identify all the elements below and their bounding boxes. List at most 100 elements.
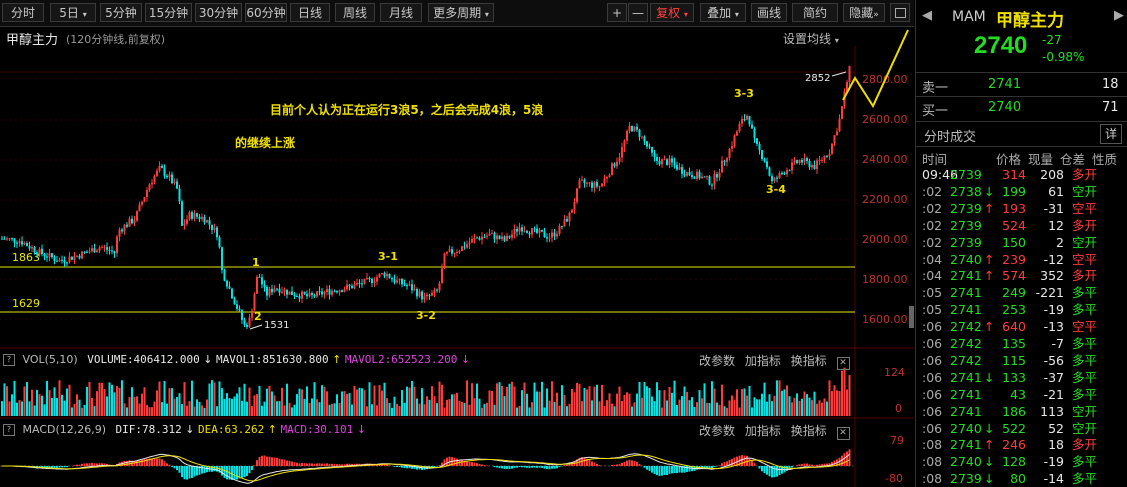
candle-body [131,218,133,224]
window-button[interactable] [890,3,910,22]
candle-body [831,143,833,154]
close-icon[interactable]: ✕ [836,427,850,440]
volume-bar [116,386,118,416]
macd-bar [403,466,406,469]
tick-volume: 80 [1010,471,1026,487]
candle-body [461,246,463,252]
candle-body [33,247,36,253]
candle-body [783,173,786,175]
tab-weekly[interactable]: 周线 [335,3,375,22]
candle-body [136,211,138,221]
zoom-in-button[interactable]: + [607,3,627,22]
tab-monthly[interactable]: 月线 [380,3,422,22]
macd-bar [156,458,158,466]
simple-button[interactable]: 简约 [792,3,838,22]
candle-body [778,173,781,179]
macd-bar [818,464,821,466]
volume-bar [681,396,683,416]
detail-button[interactable]: 详 [1100,124,1122,144]
candle-body [168,174,171,178]
candle-body [746,116,748,120]
tab-15min[interactable]: 15分钟 [145,3,192,22]
volume-bar [546,388,548,416]
edit-params-link[interactable]: 改参数 [699,354,735,368]
candle-body [211,224,213,230]
macd-bar [621,462,623,466]
next-contract-icon[interactable]: ▶ [1114,8,1124,23]
switch-indicator-link[interactable]: 换指标 [791,354,827,368]
overlay-dropdown[interactable]: 叠加 ▾ [700,3,746,22]
tab-60min[interactable]: 60分钟 [245,3,287,22]
help-icon[interactable]: ? [3,354,15,366]
volume-bar [456,392,458,416]
hide-button[interactable]: 隐藏» [843,3,885,22]
tick-oi-change: 113 [1040,403,1064,419]
candle-body [91,248,93,252]
volume-bar [498,382,501,416]
volume-bar [21,401,23,416]
macd-bar [848,449,851,466]
y-tick: 2000.00 [862,233,908,246]
volume-bar [483,403,486,416]
adjust-dropdown[interactable]: 复权 ▾ [650,3,694,22]
volume-bar [141,393,143,416]
add-indicator-link[interactable]: 加指标 [745,354,781,368]
macd-bar [141,459,143,466]
more-periods-dropdown[interactable]: 更多周期 ▾ [428,3,494,22]
volume-bar [443,407,446,416]
macd-bar [563,465,566,466]
volume-bar [768,394,771,416]
tick-price: 2739 [950,200,982,216]
tick-oi-change: -19 [1043,454,1064,470]
tab-30min[interactable]: 30分钟 [195,3,242,22]
draw-button[interactable]: 画线 [751,3,787,22]
switch-indicator-link[interactable]: 换指标 [791,424,827,438]
tab-intraday[interactable]: 分时 [2,3,44,22]
macd-bar [393,466,396,467]
tick-time: :06 [922,319,943,335]
macd-bar [261,455,263,466]
volume-bar [8,401,11,416]
zoom-out-button[interactable]: — [628,3,648,22]
candle-body [821,159,823,161]
candle-body [411,284,413,291]
candle-body [678,167,681,170]
kline-chart[interactable]: 1863 1629 2800.00 2600.00 2400.00 2200.0… [0,26,914,487]
candle-body [641,136,643,138]
mavol1-value: MAVOL1:851630.800 [216,353,329,366]
edit-params-link[interactable]: 改参数 [699,424,735,438]
candle-body [193,213,196,219]
help-icon[interactable]: ? [3,424,15,436]
tab-daily[interactable]: 日线 [290,3,330,22]
candle-body [101,247,103,249]
volume-bar [581,401,583,416]
volume-bar [438,381,441,416]
tick-oi-change: 352 [1040,268,1064,284]
candle-body [498,235,501,240]
candle-body [638,129,641,137]
candle-body [716,174,718,178]
candle-body [593,182,596,188]
prev-contract-icon[interactable]: ◀ [922,8,932,23]
volume-bar [368,382,371,416]
volume-bar [596,384,598,416]
volume-bar [168,388,171,416]
macd-bar [591,461,593,466]
candle-body [208,220,211,225]
candle-body [576,188,578,202]
macd-bar [241,466,243,478]
candle-body [836,131,838,136]
candle-body [251,310,253,318]
candle-body [696,171,698,179]
candle-body [228,286,231,289]
macd-bar [188,466,191,479]
volume-bar [213,382,216,416]
close-icon[interactable]: ✕ [836,357,850,370]
candle-body [663,159,666,161]
tab-5min[interactable]: 5分钟 [100,3,142,22]
add-indicator-link[interactable]: 加指标 [745,424,781,438]
tab-5day[interactable]: 5日 ▾ [50,3,96,22]
volume-bar [761,393,763,416]
panel-resize-handle[interactable] [909,306,914,328]
volume-bar [831,391,833,416]
